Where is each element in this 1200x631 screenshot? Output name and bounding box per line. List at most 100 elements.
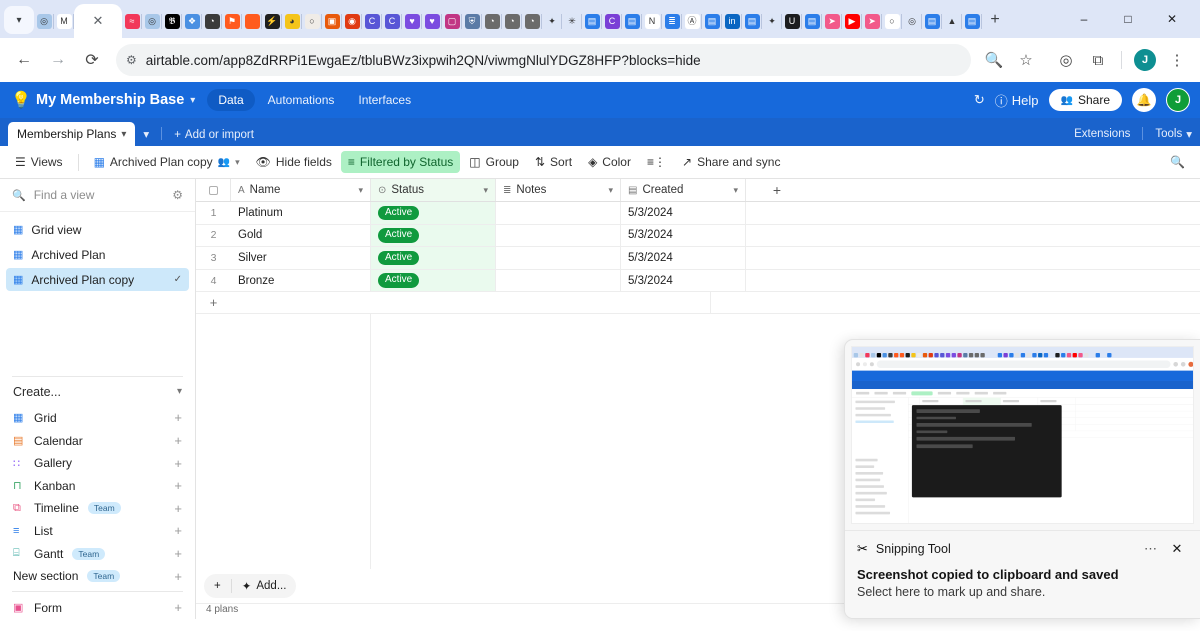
nav-tab-interfaces[interactable]: Interfaces	[347, 89, 422, 111]
flag-tab[interactable]: ⚑	[222, 6, 242, 36]
add-with-ai-button[interactable]: ✦ Add...	[232, 579, 297, 593]
globe-gray-tab[interactable]: ◔	[482, 6, 502, 36]
nav-tab-data[interactable]: Data	[207, 89, 255, 111]
close-icon[interactable]: ✕	[93, 13, 104, 29]
create-item-new-section[interactable]: New section Team +	[6, 565, 189, 588]
back-arrow-icon[interactable]: ←	[8, 44, 40, 76]
create-item-kanban[interactable]: ⊓ Kanban +	[6, 474, 189, 497]
column-header-name[interactable]: A Name ▾	[231, 179, 371, 201]
figma-tab[interactable]: ≈	[122, 6, 142, 36]
sparkle-tab-2[interactable]: ✦	[762, 6, 782, 36]
column-header-status[interactable]: ⊙ Status ▾	[371, 179, 496, 201]
cell-status[interactable]: Active	[371, 202, 496, 224]
share-and-sync-button[interactable]: ↗ Share and sync	[675, 151, 787, 173]
column-header-created[interactable]: ▤ Created ▾	[621, 179, 746, 201]
create-item-list[interactable]: ≡ List +	[6, 520, 189, 543]
circle-tab[interactable]: ○	[302, 6, 322, 36]
create-item-calendar[interactable]: ▤ Calendar +	[6, 429, 189, 452]
more-options-icon[interactable]: ⋯	[1144, 541, 1158, 557]
sidebar-view-item[interactable]: ▦ Archived Plan copy ✓	[6, 268, 189, 291]
claude-tab-3[interactable]: C	[602, 6, 622, 36]
chatgpt-tab[interactable]: ◎	[34, 6, 54, 36]
avatar[interactable]: J	[1166, 88, 1190, 112]
create-item-grid[interactable]: ▦ Grid +	[6, 407, 189, 430]
tools-button[interactable]: Tools ▾	[1147, 127, 1200, 146]
cell-created[interactable]: 5/3/2024	[621, 269, 746, 292]
asterisk-tab[interactable]: ✳	[562, 6, 582, 36]
heart-tab[interactable]: ♥	[402, 6, 422, 36]
orange-square-tab[interactable]	[242, 6, 262, 36]
new-tab-button[interactable]: +	[982, 6, 1008, 34]
select-all-checkbox[interactable]	[196, 179, 231, 201]
cell-created[interactable]: 5/3/2024	[621, 224, 746, 247]
share-button[interactable]: 👥 Share	[1048, 89, 1122, 111]
url-bar[interactable]: ⚙ airtable.com/app8ZdRRPi1EwgaEz/tbluBWz…	[116, 44, 971, 76]
cell-name[interactable]: Gold	[231, 224, 371, 247]
plus-icon[interactable]: +	[174, 546, 182, 561]
add-record-row[interactable]: +	[196, 292, 1200, 315]
row-height-icon[interactable]: ≡⋮	[640, 151, 673, 173]
active-tab-airtable[interactable]: ✕	[74, 4, 122, 38]
plus-icon[interactable]: +	[174, 433, 182, 448]
create-item-form[interactable]: ▣ Form +	[6, 596, 189, 619]
create-item-gallery[interactable]: ∷ Gallery +	[6, 452, 189, 475]
cell-created[interactable]: 5/3/2024	[621, 247, 746, 269]
cell-status[interactable]: Active	[371, 269, 496, 292]
claude-tab-2[interactable]: C	[382, 6, 402, 36]
plus-icon[interactable]: +	[174, 456, 182, 471]
add-plus-icon[interactable]: +	[204, 580, 231, 592]
create-item-timeline[interactable]: ⧉ Timeline Team +	[6, 497, 189, 520]
bell-yellow-tab[interactable]: ◕	[282, 6, 302, 36]
instagram-tab[interactable]: ▢	[442, 6, 462, 36]
history-clock-icon[interactable]: ↻	[974, 92, 985, 108]
cell-notes[interactable]	[496, 224, 621, 247]
chevron-down-icon[interactable]: ▾	[121, 129, 126, 140]
column-header-notes[interactable]: ≣ Notes ▾	[496, 179, 621, 201]
forward-arrow-icon[interactable]: →	[42, 44, 74, 76]
pink-arrow-tab[interactable]: ➤	[822, 6, 842, 36]
pink-arrow-tab-2[interactable]: ➤	[862, 6, 882, 36]
linkedin-tab[interactable]: in	[722, 6, 742, 36]
create-item-gantt[interactable]: ⌸ Gantt Team +	[6, 542, 189, 565]
kebab-menu-icon[interactable]: ⋮	[1162, 45, 1192, 75]
sidebar-view-item[interactable]: ▦ Grid view	[6, 218, 189, 241]
udemy-tab[interactable]: U	[782, 6, 802, 36]
browser-tab-strip[interactable]: ▾ ◎ M ✕ ≈ ◎ 𝕭 ❖ ◔ ⚑ ⚡ ◕ ○ ▣ ◉ C C ♥ ♥ ▢ ⛨ ◔ ◔ ◔ ✦ ✳ ▤ C ▤ N ≣ Ⓐ ▤ in ▤…	[0, 0, 1200, 38]
search-icon[interactable]: 🔍	[979, 45, 1009, 75]
docs-tab[interactable]: ▤	[582, 6, 602, 36]
plus-icon[interactable]: +	[174, 600, 182, 615]
chevron-down-icon[interactable]: ▾	[177, 386, 182, 397]
cell-status[interactable]: Active	[371, 247, 496, 269]
amazon-tab[interactable]: Ⓐ	[682, 6, 702, 36]
chevron-down-icon[interactable]: ▾	[190, 95, 195, 106]
claude-tab[interactable]: C	[362, 6, 382, 36]
chevron-down-icon[interactable]: ▾	[358, 185, 363, 196]
docs-tab-2[interactable]: ▤	[622, 6, 642, 36]
avatar[interactable]: J	[1130, 45, 1160, 75]
browser-globe-tab[interactable]: ◔	[202, 6, 222, 36]
sort-button[interactable]: ⇅ Sort	[528, 151, 579, 173]
chevron-down-icon[interactable]: ▾	[483, 185, 488, 196]
sparkle-tab[interactable]: ✦	[542, 6, 562, 36]
screencast-icon[interactable]: ◎	[1051, 45, 1081, 75]
docs-tab-7[interactable]: ▤	[962, 6, 982, 36]
views-button[interactable]: ☰ Views	[8, 151, 70, 173]
add-field-button[interactable]: +	[746, 179, 808, 201]
plus-icon[interactable]: +	[174, 523, 182, 538]
minimize-button[interactable]: –	[1062, 6, 1106, 32]
bookmark-star-icon[interactable]: ☆	[1011, 45, 1041, 75]
table-row[interactable]: 1 Platinum Active 5/3/2024	[196, 202, 1200, 225]
cell-name[interactable]: Platinum	[231, 202, 371, 224]
cell-notes[interactable]	[496, 247, 621, 269]
slack-tab[interactable]: ❖	[182, 6, 202, 36]
cell-name[interactable]: Bronze	[231, 269, 371, 292]
cell-notes[interactable]	[496, 269, 621, 292]
plus-icon[interactable]: +	[174, 569, 182, 584]
shield-tab[interactable]: ⛨	[462, 6, 482, 36]
gmail-tab[interactable]: M	[54, 6, 74, 36]
toast-body[interactable]: Screenshot copied to clipboard and saved…	[845, 559, 1200, 599]
white-circle-tab[interactable]: ○	[882, 6, 902, 36]
docs-tab-6[interactable]: ▤	[922, 6, 942, 36]
tables-dropdown-chevron-down-icon[interactable]: ▾	[135, 127, 157, 146]
red-app-tab[interactable]: ◉	[342, 6, 362, 36]
